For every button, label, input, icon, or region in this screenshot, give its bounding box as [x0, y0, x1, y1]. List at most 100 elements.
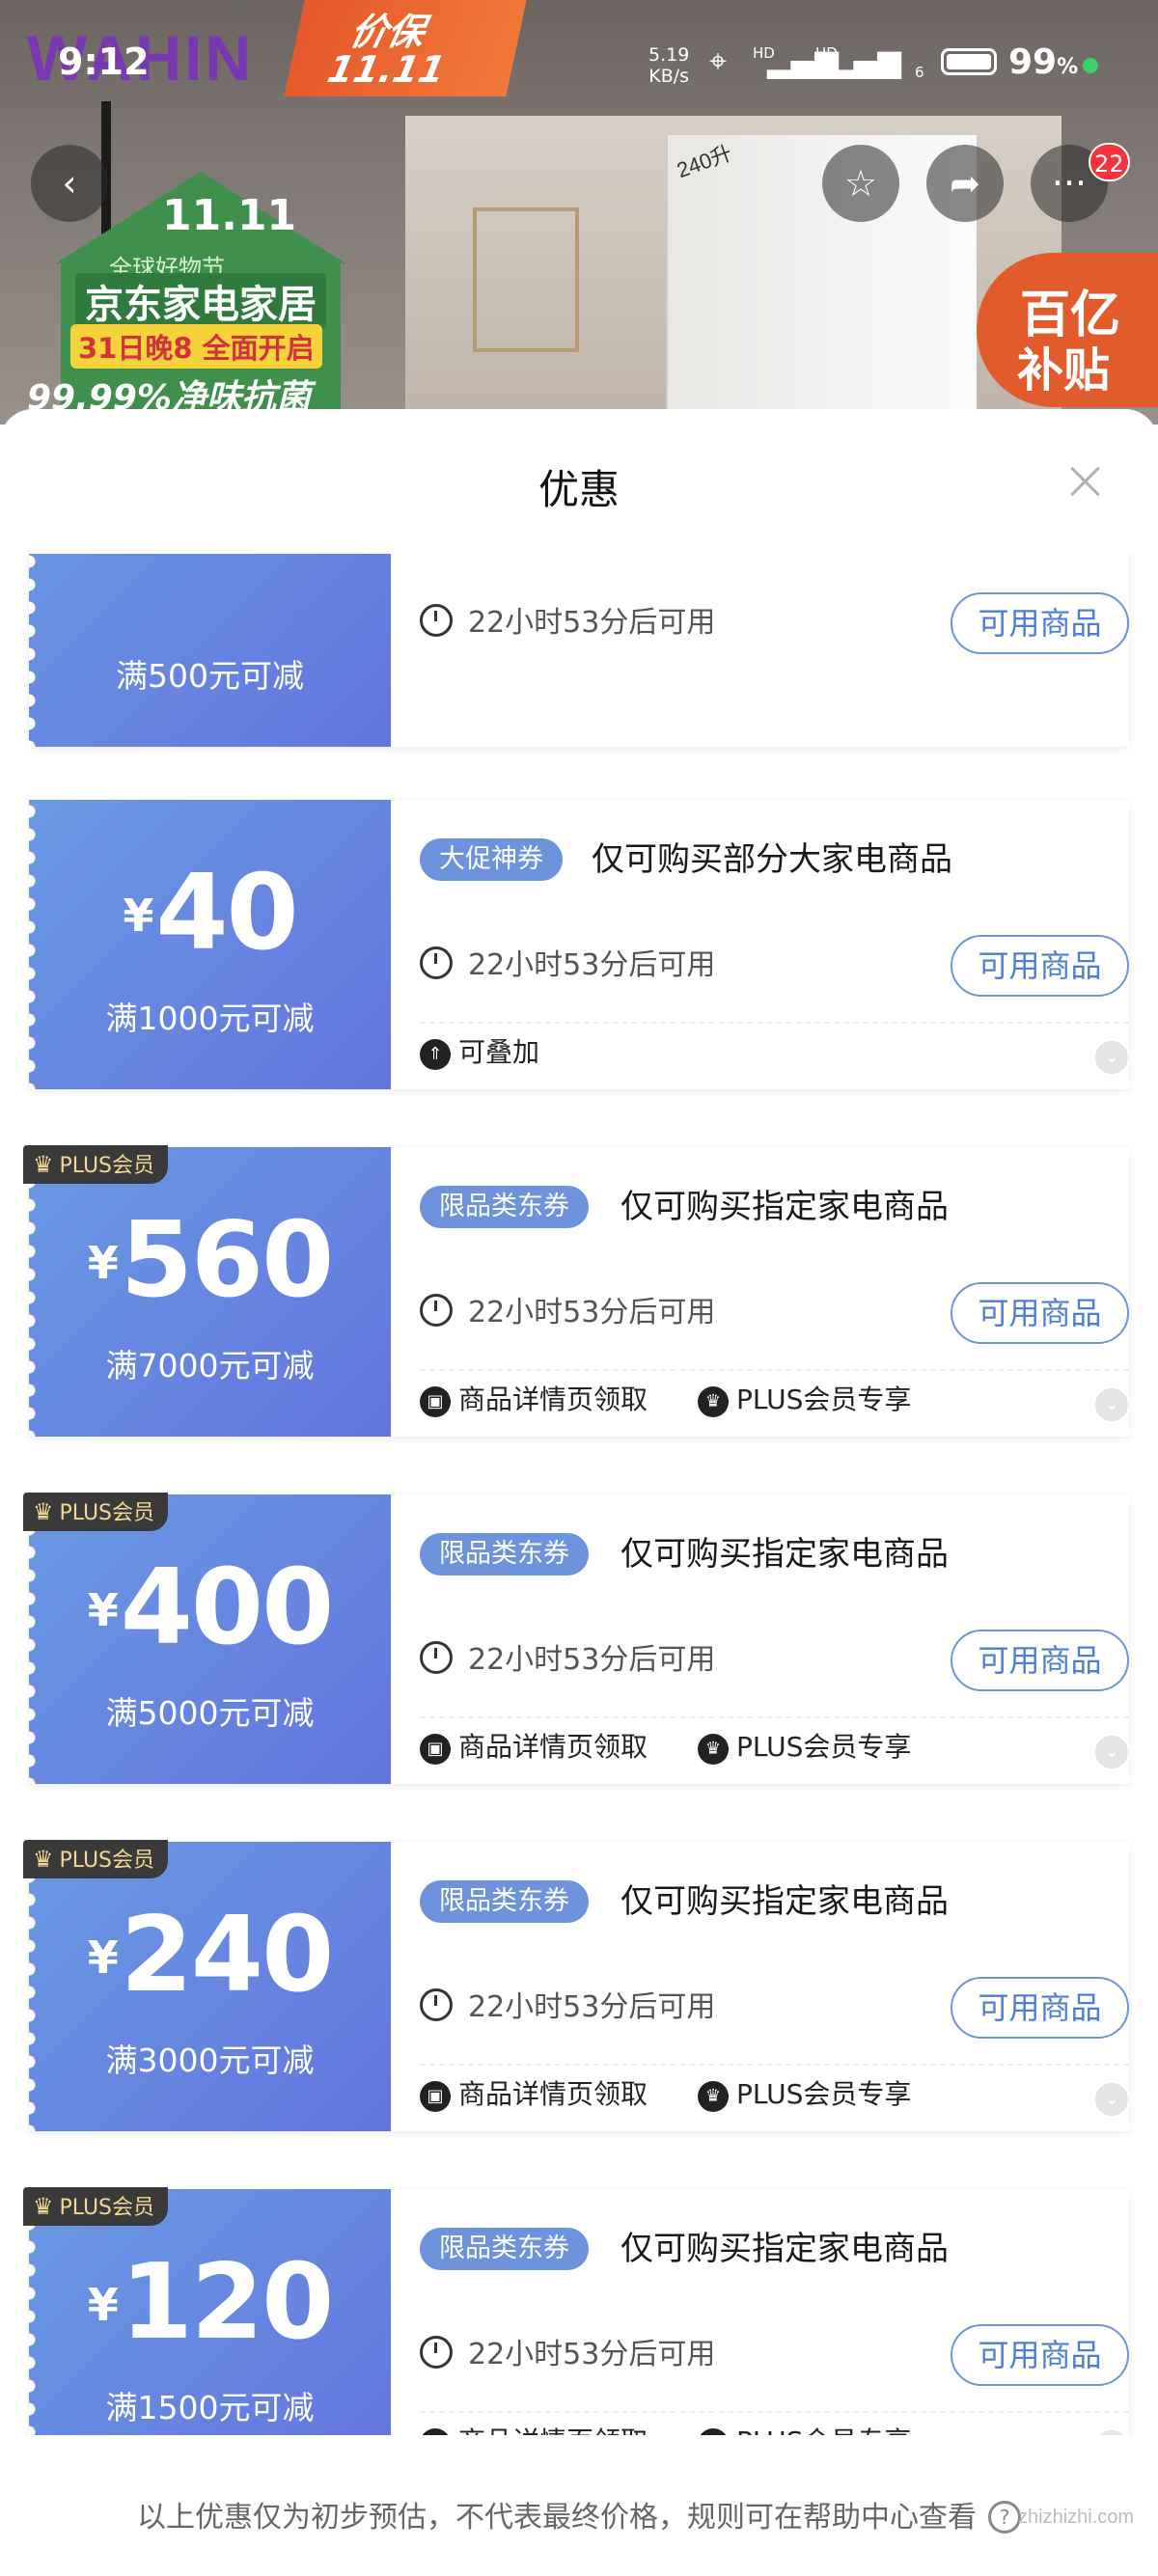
crown-icon: ♛ [698, 1734, 729, 1765]
crown-icon: ♛ [33, 1498, 54, 1525]
coupon-feature: ♛PLUS会员专享 [698, 2073, 911, 2116]
plus-member-label: PLUS会员 [59, 1154, 155, 1178]
coupon-stub: ¥240 满3000元可减 [29, 1842, 391, 2131]
coupon-details: 限品类东券 仅可购买指定家电商品 22小时53分后可用 可用商品 ▣商品详情页领… [420, 1842, 1129, 2131]
coupon-feature-text: 商品详情页领取 [458, 2425, 648, 2435]
available-products-button[interactable]: 可用商品 [951, 935, 1129, 997]
coupon-type-tag: 限品类东券 [420, 1533, 589, 1576]
coupon-scope: 仅可购买指定家电商品 [620, 1535, 949, 1574]
currency-symbol: ¥ [87, 1584, 119, 1636]
coupon-condition: 满5000元可减 [105, 1694, 315, 1732]
disclaimer: 以上优惠仅为初步预估，不代表最终价格，规则可在帮助中心查看? [0, 2493, 1158, 2535]
close-icon[interactable] [1066, 462, 1105, 501]
currency-symbol: ¥ [87, 1237, 119, 1289]
chevron-down-icon[interactable]: ⌄ [1095, 2083, 1128, 2116]
network-speed: 5.19 KB/s [648, 44, 689, 87]
coupon-list[interactable]: 满500元可减 22小时53分后可用 可用商品 ¥40 满1000元可减 大促神… [0, 554, 1158, 2435]
coupon-feature-text: 商品详情页领取 [458, 2078, 648, 2110]
stackable-icon: ⇑ [420, 1039, 451, 1070]
coupon-feature: ▣商品详情页领取 [420, 1726, 648, 1768]
available-products-button[interactable]: 可用商品 [951, 1630, 1129, 1691]
coupon-timer-text: 22小时53分后可用 [468, 1990, 716, 2024]
clock-icon [420, 1988, 453, 2021]
coupon-scope: 仅可购买指定家电商品 [620, 2230, 949, 2268]
available-products-button[interactable]: 可用商品 [951, 2324, 1129, 2386]
coupon-stub: ¥400 满5000元可减 [29, 1494, 391, 1784]
wifi-label: 6 [915, 64, 924, 81]
battery-icon [941, 48, 997, 75]
coupon-card: 满500元可减 22小时53分后可用 可用商品 [29, 554, 1129, 747]
coupon-scope: 仅可购买指定家电商品 [620, 1188, 949, 1226]
coupon-feature-text: 商品详情页领取 [458, 1384, 648, 1415]
clock-icon [420, 1641, 453, 1674]
watermark: zhizhizhi.com [1018, 2507, 1135, 2528]
coupon-stub: ¥40 满1000元可减 [29, 800, 391, 1089]
subsidy-badge: 百亿 补贴 [977, 253, 1158, 407]
plus-member-tag: ♛ PLUS会员 [23, 1145, 169, 1184]
coupon-amount: ¥560 [29, 1200, 391, 1321]
coupon-timer: 22小时53分后可用 [420, 1639, 715, 1682]
coupon-amount: ¥400 [29, 1548, 391, 1668]
battery-unit: % [1057, 55, 1079, 79]
coupon-amount-value: 560 [120, 1200, 334, 1321]
status-time: 9:12 [58, 41, 150, 83]
coupon-feature-text: 可叠加 [458, 1036, 540, 1068]
available-products-button[interactable]: 可用商品 [951, 1282, 1129, 1344]
coupon-type-tag: 限品类东券 [420, 1186, 589, 1228]
chevron-down-icon[interactable]: ⌄ [1095, 1736, 1128, 1768]
coupon-amount: ¥240 [29, 1895, 391, 2015]
available-products-button[interactable]: 可用商品 [951, 592, 1129, 654]
battery-percent: 99 [1008, 42, 1058, 82]
chevron-left-icon: ‹ [62, 162, 77, 205]
share-icon: ➦ [950, 162, 980, 205]
favorite-button[interactable]: ☆ [822, 145, 899, 222]
clock-icon [420, 1294, 453, 1327]
coupon-card: ¥120 满1500元可减 ♛ PLUS会员 限品类东券 仅可购买指定家电商品 2… [23, 2187, 1129, 2435]
chevron-down-icon[interactable]: ⌄ [1095, 2430, 1128, 2435]
coupon-card: ¥560 满7000元可减 ♛ PLUS会员 限品类东券 仅可购买指定家电商品 2… [23, 1145, 1129, 1437]
coupon-details: 限品类东券 仅可购买指定家电商品 22小时53分后可用 可用商品 ▣商品详情页领… [420, 1494, 1129, 1784]
coupon-feature-text: PLUS会员专享 [736, 1384, 912, 1415]
coupon-amount: ¥40 [29, 853, 391, 973]
coupon-card: ¥400 满5000元可减 ♛ PLUS会员 限品类东券 仅可购买指定家电商品 2… [23, 1493, 1129, 1784]
coupon-feature: ▣ 商品详情页领取 [420, 2421, 648, 2435]
clock-icon [420, 946, 453, 979]
banner-shelf [473, 207, 579, 352]
coupon-card: ¥40 满1000元可减 大促神券 仅可购买部分大家电商品 22小时53分后可用… [29, 800, 1129, 1089]
coupon-amount-value: 240 [120, 1895, 334, 2015]
coupon-feature: ⇑ 可叠加 [420, 1031, 539, 1074]
available-products-button[interactable]: 可用商品 [951, 1977, 1129, 2039]
coupon-divider [420, 2064, 1129, 2066]
location-icon: ⌖ [709, 42, 728, 79]
house-title: 11.11 [162, 191, 297, 240]
clock-icon [420, 2336, 453, 2369]
coupon-condition: 满500元可减 [116, 657, 304, 695]
ticket-icon: ▣ [420, 1734, 451, 1765]
plus-member-label: PLUS会员 [59, 2196, 155, 2220]
plus-member-label: PLUS会员 [59, 1501, 155, 1525]
coupon-feature-text: PLUS会员专享 [736, 1731, 912, 1763]
coupon-stub: 满500元可减 [29, 554, 391, 747]
coupon-timer: 22小时53分后可用 [420, 602, 715, 644]
plus-member-label: PLUS会员 [59, 1849, 155, 1873]
chevron-down-icon[interactable]: ⌄ [1095, 1388, 1128, 1421]
plus-member-tag: ♛ PLUS会员 [23, 1840, 169, 1878]
coupon-condition: 满1500元可减 [105, 2389, 315, 2426]
currency-symbol: ¥ [87, 1932, 119, 1984]
coupon-scope: 仅可购买指定家电商品 [620, 1882, 949, 1921]
help-icon[interactable]: ? [988, 2501, 1021, 2534]
back-button[interactable]: ‹ [31, 145, 108, 222]
coupon-details: 22小时53分后可用 可用商品 [420, 554, 1129, 747]
currency-symbol: ¥ [123, 890, 154, 942]
ticket-icon: ▣ [420, 2428, 451, 2435]
house-main-text: 京东家电家居 [75, 273, 326, 329]
share-button[interactable]: ➦ [926, 145, 1004, 222]
coupon-feature: ▣商品详情页领取 [420, 2073, 648, 2116]
coupon-sheet: 优惠 满500元可减 22小时53分后可用 可用商品 ¥40 满1000元可减 … [0, 409, 1158, 2576]
ticket-icon: ▣ [420, 2081, 451, 2112]
coupon-condition: 满7000元可减 [105, 1347, 315, 1384]
crown-icon: ♛ [33, 1151, 54, 1178]
chevron-down-icon[interactable]: ⌄ [1095, 1041, 1128, 1074]
coupon-condition: 满1000元可减 [105, 1000, 315, 1037]
crown-icon: ♛ [698, 2428, 729, 2435]
